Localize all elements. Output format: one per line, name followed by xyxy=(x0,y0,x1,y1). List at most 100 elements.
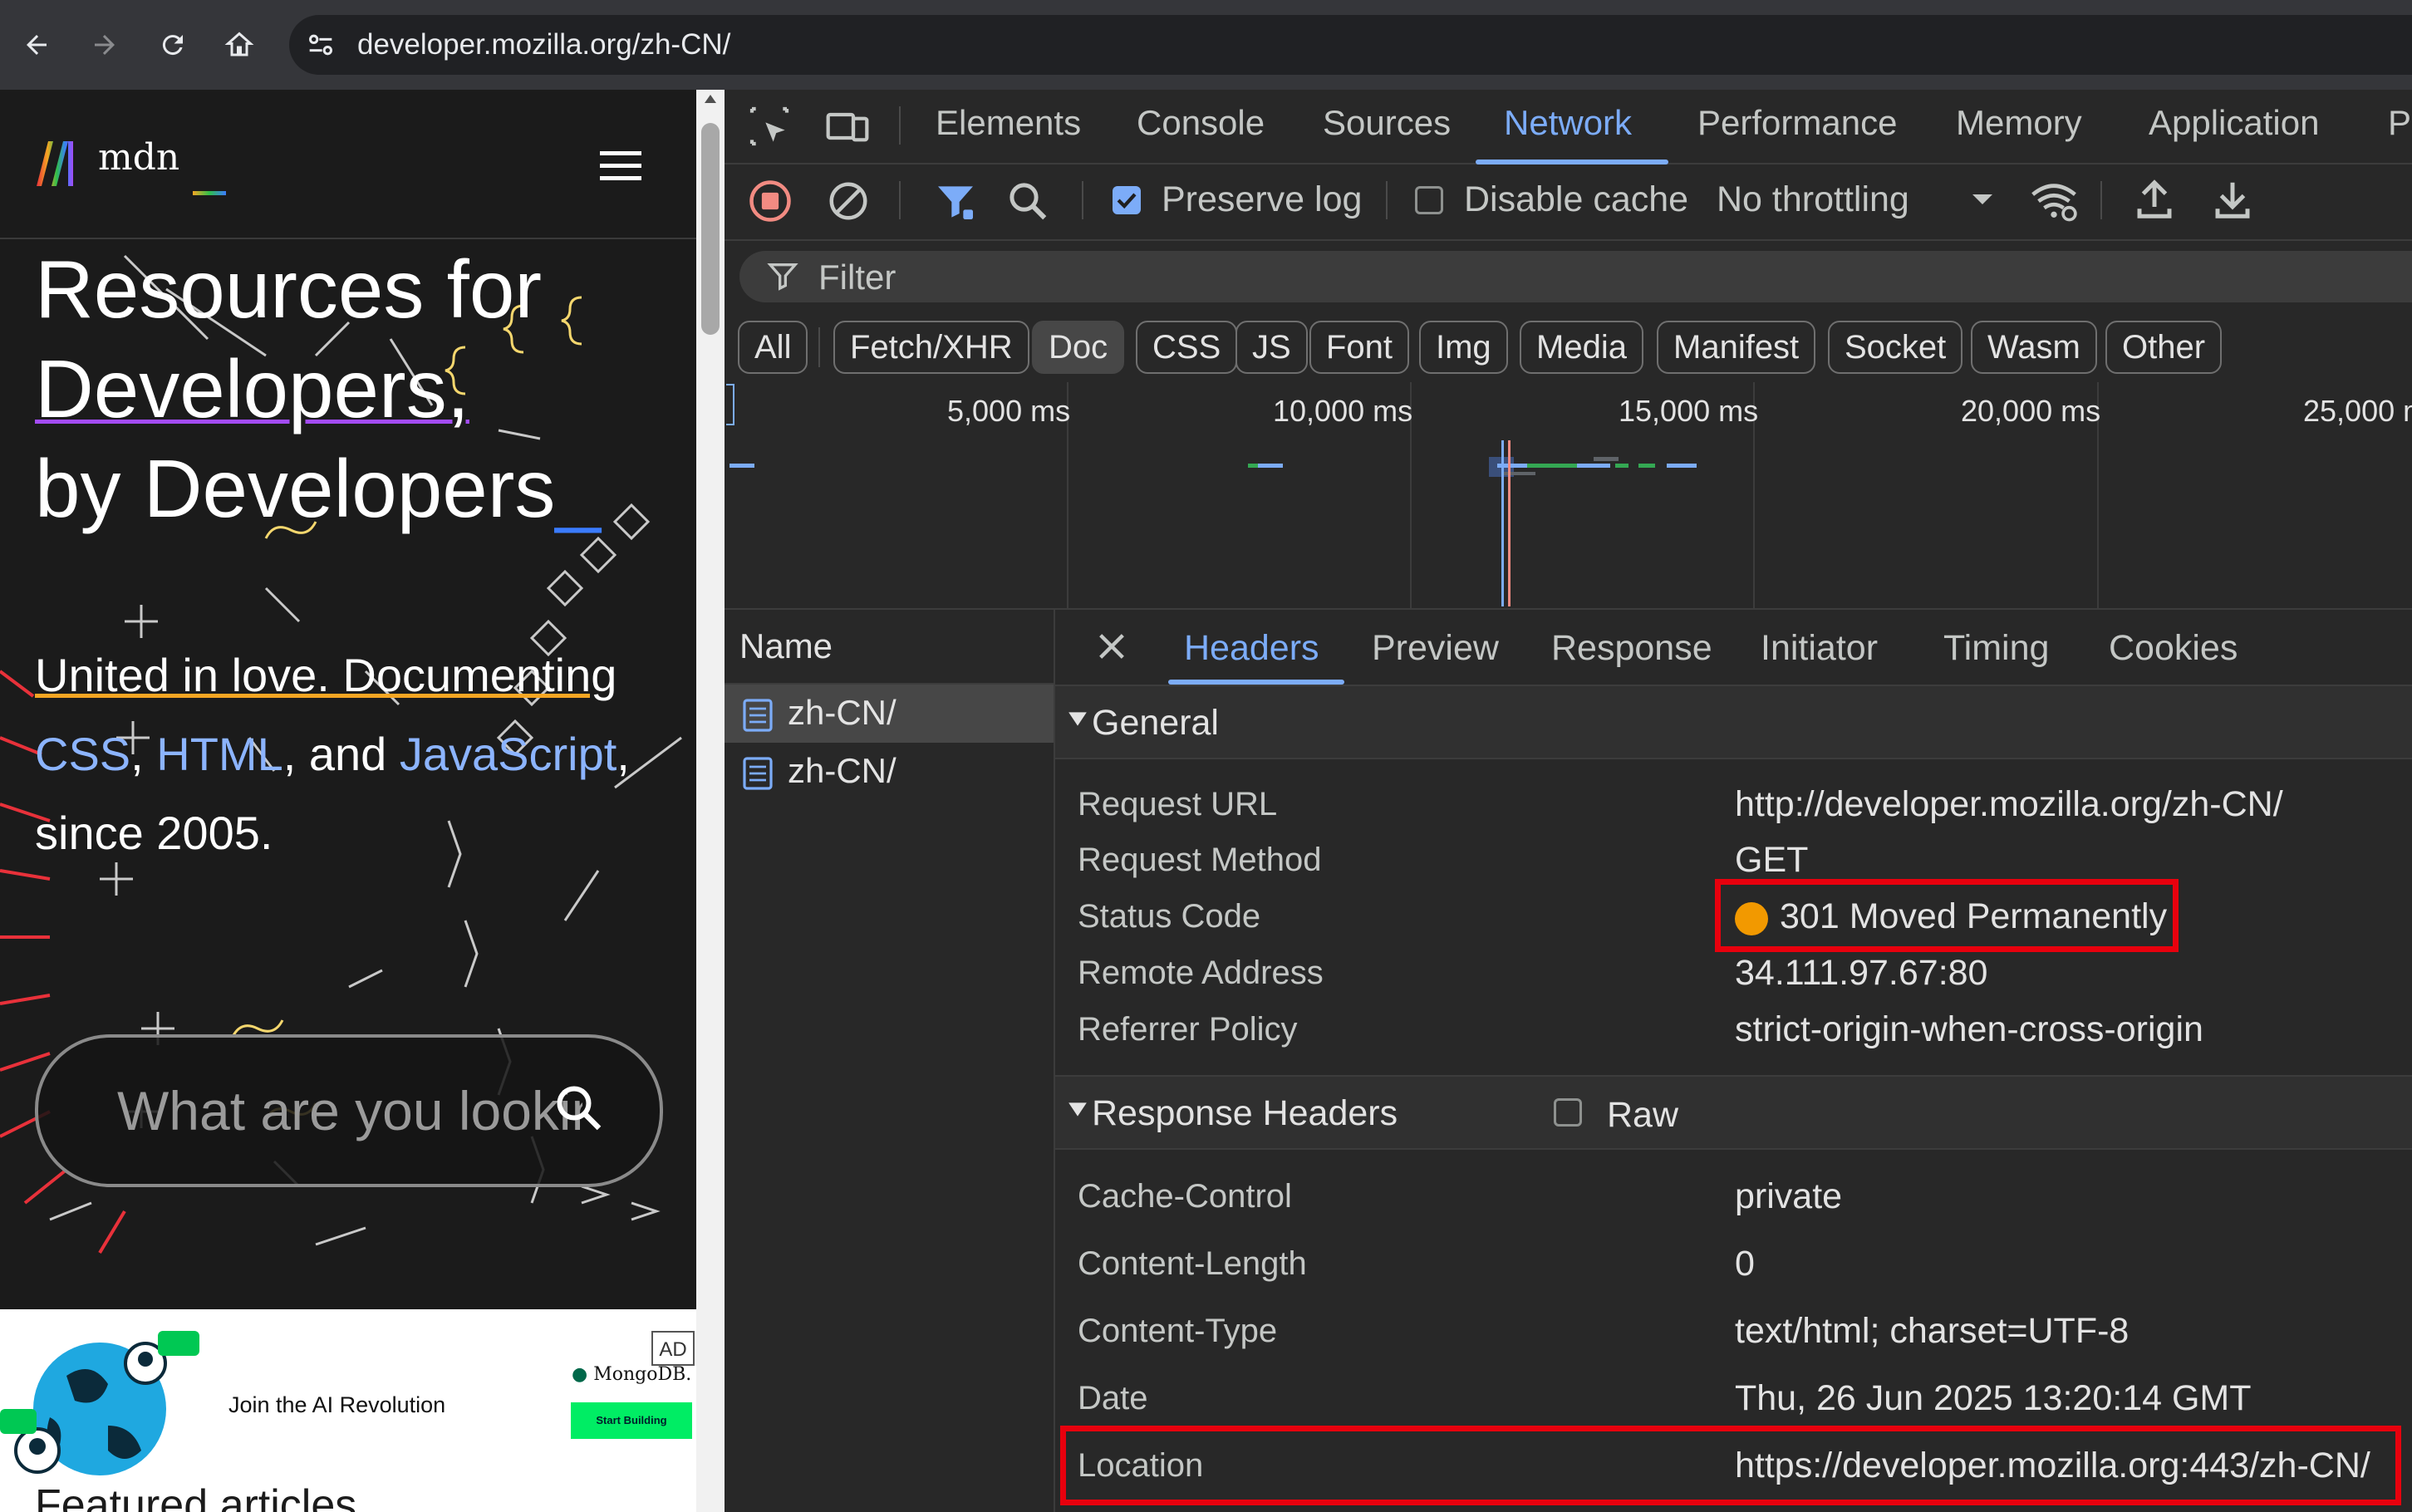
tagline-and: , and xyxy=(282,728,400,780)
type-filter-manifest[interactable]: Manifest xyxy=(1657,321,1816,374)
filter-icon xyxy=(766,259,799,292)
forward-icon[interactable] xyxy=(85,25,125,65)
request-row[interactable]: zh-CN/ xyxy=(725,743,1054,801)
mdn-logo-icon[interactable] xyxy=(33,138,93,189)
tab-elements[interactable]: Elements xyxy=(936,103,1081,143)
search-icon[interactable] xyxy=(1005,179,1050,223)
tagline-line2: CSS, HTML, and JavaScript, xyxy=(35,717,630,792)
request-name: zh-CN/ xyxy=(788,751,897,790)
back-icon[interactable] xyxy=(17,25,56,65)
header-value-cache-control[interactable]: private xyxy=(1735,1176,1842,1217)
header-value-referrer-policy[interactable]: strict-origin-when-cross-origin xyxy=(1735,1009,2203,1050)
type-filter-doc[interactable]: Doc xyxy=(1032,321,1125,374)
type-filter-other[interactable]: Other xyxy=(2105,321,2223,374)
hero-heading-line2: Developers, xyxy=(35,343,469,434)
device-toolbar-icon[interactable] xyxy=(824,103,871,150)
type-filter-socket[interactable]: Socket xyxy=(1828,321,1963,374)
request-row[interactable]: zh-CN/ xyxy=(725,685,1054,743)
header-value-content-length[interactable]: 0 xyxy=(1735,1244,1755,1284)
disable-cache-checkbox[interactable] xyxy=(1415,186,1443,214)
tab-console[interactable]: Console xyxy=(1137,103,1265,143)
type-filter-wasm[interactable]: Wasm xyxy=(1971,321,2097,374)
name-column-header[interactable]: Name xyxy=(725,610,1054,685)
home-icon[interactable] xyxy=(219,25,259,65)
record-stop-icon[interactable] xyxy=(748,179,793,223)
preserve-log-label[interactable]: Preserve log xyxy=(1162,179,1362,220)
filter-placeholder: Filter xyxy=(818,258,897,297)
timeline-range-handle[interactable] xyxy=(726,384,734,425)
scroll-up-icon[interactable] xyxy=(703,93,718,105)
close-icon[interactable] xyxy=(1095,630,1128,663)
tab-performance[interactable]: Performance xyxy=(1697,103,1897,143)
export-har-icon[interactable] xyxy=(2210,177,2255,222)
type-filter-img[interactable]: Img xyxy=(1419,321,1508,374)
css-link[interactable]: CSS xyxy=(35,728,130,780)
type-filter-css[interactable]: CSS xyxy=(1136,321,1238,374)
type-filter-all[interactable]: All xyxy=(738,321,808,374)
site-info-icon[interactable] xyxy=(304,28,337,61)
search-input[interactable]: What are you looking for? xyxy=(35,1034,663,1187)
scrollbar-thumb[interactable] xyxy=(701,123,720,335)
hero-cursor: _ xyxy=(555,443,601,534)
header-value-request-method[interactable]: GET xyxy=(1735,840,1808,881)
status-highlight-box xyxy=(1715,879,2179,952)
tab-response[interactable]: Response xyxy=(1551,628,1712,669)
header-key-cache-control: Cache-Control xyxy=(1078,1178,1292,1215)
header-key-remote-address: Remote Address xyxy=(1078,955,1324,991)
type-filter-media[interactable]: Media xyxy=(1520,321,1643,374)
type-filter-font[interactable]: Font xyxy=(1309,321,1410,374)
general-section-header[interactable]: General xyxy=(1055,685,2412,759)
html-link[interactable]: HTML xyxy=(156,728,282,780)
tab-timing[interactable]: Timing xyxy=(1943,628,2049,669)
tab-application[interactable]: Application xyxy=(2149,103,2319,143)
response-headers-section-header[interactable]: Response Headers Raw xyxy=(1055,1075,2412,1150)
type-filter-fetch-xhr[interactable]: Fetch/XHR xyxy=(833,321,1029,374)
tab-headers[interactable]: Headers xyxy=(1184,628,1319,669)
header-value-remote-address[interactable]: 34.111.97.67:80 xyxy=(1735,953,1987,994)
header-key-referrer-policy: Referrer Policy xyxy=(1078,1011,1298,1048)
document-icon xyxy=(743,757,773,790)
raw-label[interactable]: Raw xyxy=(1607,1095,1678,1136)
filter-input[interactable] xyxy=(739,251,2412,302)
tab-initiator[interactable]: Initiator xyxy=(1761,628,1878,669)
raw-checkbox[interactable] xyxy=(1554,1098,1582,1127)
toolbar-divider-4 xyxy=(2100,181,2102,219)
throttling-select[interactable]: No throttling xyxy=(1717,179,1909,220)
javascript-link[interactable]: JavaScript xyxy=(400,728,617,780)
toolbar-divider-2 xyxy=(1082,181,1083,219)
tab-sources[interactable]: Sources xyxy=(1323,103,1451,143)
ad-cta-button[interactable]: Start Building xyxy=(571,1402,692,1439)
disable-cache-label[interactable]: Disable cache xyxy=(1464,179,1688,220)
hero-heading-text3: by Developers xyxy=(35,443,556,534)
hero-heading-line1: Resources for xyxy=(35,243,543,335)
triangle-down-icon xyxy=(1067,708,1088,729)
menu-icon[interactable] xyxy=(600,150,641,183)
web-page: mdn Resources for Developers, by Develop… xyxy=(0,90,696,1512)
tab-cookies[interactable]: Cookies xyxy=(2109,628,2238,669)
toolbar-divider-3 xyxy=(1386,181,1388,219)
chevron-down-icon[interactable] xyxy=(1971,193,1994,208)
network-conditions-icon[interactable] xyxy=(2029,177,2079,223)
tab-performance-insights[interactable]: Pr xyxy=(2388,103,2412,143)
import-har-icon[interactable] xyxy=(2132,177,2177,222)
header-value-content-type[interactable]: text/html; charset=UTF-8 xyxy=(1735,1311,2129,1352)
tab-preview[interactable]: Preview xyxy=(1372,628,1499,669)
preserve-log-checkbox[interactable] xyxy=(1113,186,1141,214)
search-icon[interactable] xyxy=(553,1082,603,1132)
clear-icon[interactable] xyxy=(826,179,871,223)
tab-memory[interactable]: Memory xyxy=(1956,103,2082,143)
url-text[interactable]: developer.mozilla.org/zh-CN/ xyxy=(357,25,730,65)
inspect-element-icon[interactable] xyxy=(746,103,793,150)
header-value-request-url[interactable]: http://developer.mozilla.org/zh-CN/ xyxy=(1735,784,2283,825)
location-highlight-box xyxy=(1060,1426,2401,1505)
chip-divider xyxy=(818,327,820,367)
reload-icon[interactable] xyxy=(153,25,193,65)
document-icon xyxy=(743,699,773,732)
tagline-line3: since 2005. xyxy=(35,807,273,859)
header-value-date[interactable]: Thu, 26 Jun 2025 13:20:14 GMT xyxy=(1735,1378,2252,1419)
mdn-logo-text[interactable]: mdn xyxy=(98,136,179,179)
filter-funnel-icon[interactable] xyxy=(932,179,979,225)
type-filter-js[interactable]: JS xyxy=(1235,321,1308,374)
tagline-sep1: , xyxy=(130,728,157,780)
tab-network[interactable]: Network xyxy=(1504,103,1632,143)
